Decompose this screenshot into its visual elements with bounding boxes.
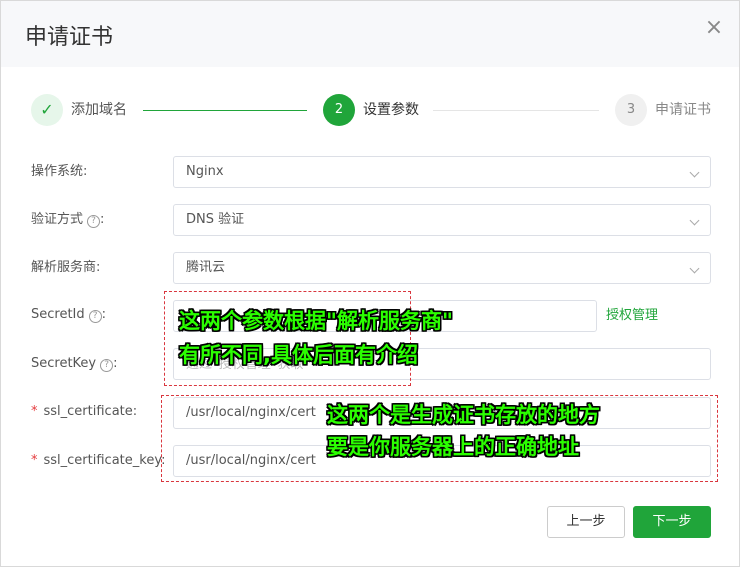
chevron-down-icon	[689, 215, 700, 226]
dialog-title: 申请证书	[25, 25, 114, 50]
step-2-number: 2	[323, 94, 355, 126]
os-select[interactable]: Nginx	[173, 156, 711, 188]
step-connector-2	[433, 110, 599, 111]
required-mark: *	[31, 453, 38, 468]
annotation-note-secret-line2: 有所不同,具体后面有介绍	[179, 343, 418, 367]
ssl-certificate-label: * ssl_certificate:	[31, 404, 138, 419]
verify-method-label: 验证方式?:	[31, 212, 105, 228]
step-1-label: 添加域名	[71, 102, 127, 118]
step-connector-1	[143, 110, 307, 111]
annotation-note-secret-line1: 这两个参数根据"解析服务商"	[179, 309, 453, 333]
auth-manage-link[interactable]: 授权管理	[606, 305, 658, 327]
chevron-down-icon	[689, 263, 700, 274]
help-icon[interactable]: ?	[88, 310, 102, 323]
step-2-label: 设置参数	[363, 102, 419, 118]
dns-provider-value: 腾讯云	[186, 260, 226, 275]
close-icon[interactable]: ×	[701, 15, 727, 41]
os-label: 操作系统:	[31, 164, 88, 179]
verify-method-value: DNS 验证	[186, 212, 245, 227]
dns-provider-select[interactable]: 腾讯云	[173, 252, 711, 284]
prev-step-button[interactable]: 上一步	[547, 506, 625, 538]
verify-method-select[interactable]: DNS 验证	[173, 204, 711, 236]
dialog-header: 申请证书 ×	[1, 1, 739, 67]
required-mark: *	[31, 404, 38, 419]
secret-id-label: SecretId?:	[31, 307, 107, 323]
os-select-value: Nginx	[186, 164, 224, 179]
step-1-check-icon: ✓	[31, 94, 63, 126]
chevron-down-icon	[689, 167, 700, 178]
dns-provider-label: 解析服务商:	[31, 260, 101, 275]
help-icon[interactable]: ?	[100, 359, 114, 372]
step-3-number: 3	[615, 94, 647, 126]
step-3-label: 申请证书	[655, 102, 711, 118]
annotation-note-ssl-line2: 要是你服务器上的正确地址	[327, 435, 579, 459]
help-icon[interactable]: ?	[87, 215, 101, 228]
next-step-button[interactable]: 下一步	[633, 506, 711, 538]
apply-certificate-dialog: 申请证书 × ✓ 添加域名 2 设置参数 3 申请证书 操作系统: Nginx …	[0, 0, 740, 567]
secret-key-label: SecretKey?:	[31, 356, 118, 372]
ssl-certificate-key-label: * ssl_certificate_key:	[31, 453, 166, 468]
annotation-note-ssl-line1: 这两个是生成证书存放的地方	[327, 403, 600, 427]
